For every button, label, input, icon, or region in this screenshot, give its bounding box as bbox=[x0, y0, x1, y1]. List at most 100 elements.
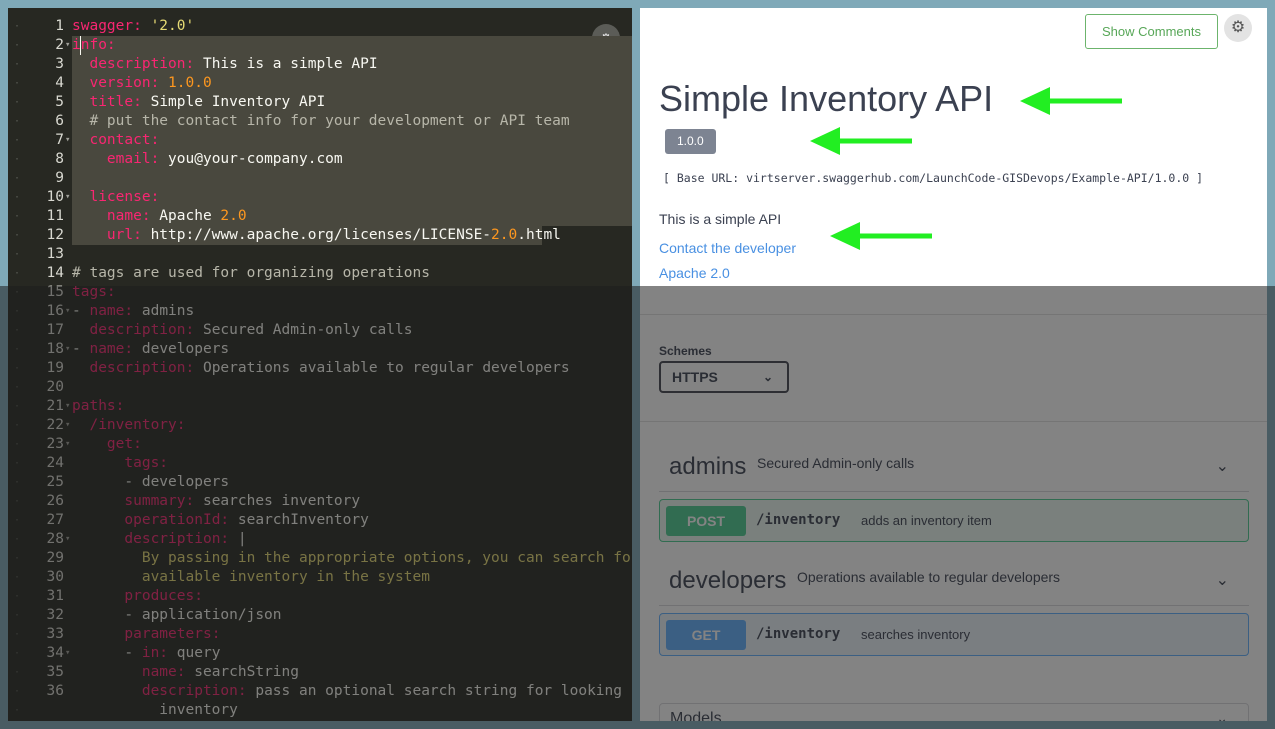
schemes-label: Schemes bbox=[659, 344, 712, 358]
fold-toggle-icon[interactable]: ▾ bbox=[65, 644, 70, 663]
editor-line[interactable]: · 31 produces: bbox=[8, 587, 632, 606]
chevron-down-icon[interactable]: ⌄ bbox=[1216, 456, 1229, 476]
editor-line[interactable]: · 22 ▾ /inventory: bbox=[8, 416, 632, 435]
yaml-editor[interactable]: ⚙ ·1swagger: '2.0'·2▾info:·3 description… bbox=[8, 8, 632, 721]
gutter-marker: · bbox=[14, 173, 21, 184]
line-number: 12 bbox=[46, 227, 64, 243]
fold-toggle-icon[interactable]: ▾ bbox=[65, 302, 70, 321]
fold-toggle-icon[interactable]: ▾ bbox=[65, 36, 70, 55]
divider bbox=[640, 314, 1267, 315]
editor-line[interactable]: · 5 title: Simple Inventory API bbox=[8, 93, 632, 112]
editor-line[interactable]: · 19 description: Operations available to… bbox=[8, 359, 632, 378]
show-comments-button[interactable]: Show Comments bbox=[1085, 14, 1218, 49]
gutter-marker: · bbox=[14, 363, 21, 374]
editor-line[interactable]: · 16 ▾ - name: admins bbox=[8, 302, 632, 321]
code-text: swagger: '2.0' bbox=[72, 18, 195, 34]
editor-line[interactable]: · 14 # tags are used for organizing operat… bbox=[8, 264, 632, 283]
editor-line[interactable]: · 8 email: you@your-company.com bbox=[8, 150, 632, 169]
fold-toggle-icon[interactable]: ▾ bbox=[65, 530, 70, 549]
code-text: operationId: searchInventory bbox=[124, 512, 369, 528]
editor-line[interactable]: · 11 name: Apache 2.0 bbox=[8, 207, 632, 226]
editor-line[interactable]: · 12 url: http://www.apache.org/licenses/… bbox=[8, 226, 632, 245]
line-number: 31 bbox=[46, 588, 64, 604]
gutter-marker: · bbox=[14, 648, 21, 659]
fold-toggle-icon[interactable]: ▾ bbox=[65, 340, 70, 359]
editor-line[interactable]: · 21 ▾ paths: bbox=[8, 397, 632, 416]
license-link[interactable]: Apache 2.0 bbox=[659, 265, 730, 281]
code-text: url: http://www.apache.org/licenses/LICE… bbox=[106, 227, 561, 243]
editor-line[interactable]: · 34 ▾ - in: query bbox=[8, 644, 632, 663]
models-section[interactable]: Models ⌄ bbox=[659, 703, 1249, 721]
operation-get-inventory[interactable]: GET /inventory searches inventory bbox=[659, 613, 1249, 656]
line-number: 2 bbox=[55, 37, 64, 53]
editor-line[interactable]: · 35 name: searchString bbox=[8, 663, 632, 682]
editor-line[interactable]: · 17 description: Secured Admin-only call… bbox=[8, 321, 632, 340]
editor-line[interactable]: · 20 bbox=[8, 378, 632, 397]
fold-toggle-icon[interactable]: ▾ bbox=[65, 131, 70, 150]
selection-highlight bbox=[72, 36, 632, 55]
editor-line[interactable]: · 6 # put the contact info for your devel… bbox=[8, 112, 632, 131]
line-number: 22 bbox=[46, 417, 64, 433]
editor-line[interactable]: · 30 available inventory in the system bbox=[8, 568, 632, 587]
gutter-marker: · bbox=[14, 40, 21, 51]
code-text: license: bbox=[89, 189, 160, 205]
tag-section-developers[interactable]: developers Operations available to regul… bbox=[659, 558, 1249, 606]
editor-line[interactable]: · 23 ▾ get: bbox=[8, 435, 632, 454]
editor-line[interactable]: · 13 bbox=[8, 245, 632, 264]
editor-line[interactable]: · 32 - application/json bbox=[8, 606, 632, 625]
code-text: version: 1.0.0 bbox=[89, 75, 212, 91]
gutter-marker: · bbox=[14, 268, 21, 279]
gutter-marker: · bbox=[14, 553, 21, 564]
gutter-marker: · bbox=[14, 97, 21, 108]
code-text: - developers bbox=[72, 474, 230, 490]
operation-summary: searches inventory bbox=[861, 627, 971, 642]
editor-line[interactable]: · 4 version: 1.0.0 bbox=[8, 74, 632, 93]
editor-line[interactable]: · 36 description: pass an optional search… bbox=[8, 682, 632, 701]
editor-line[interactable]: · 7 ▾ contact: bbox=[8, 131, 632, 150]
fold-toggle-icon[interactable]: ▾ bbox=[65, 416, 70, 435]
editor-line[interactable]: · 33 parameters: bbox=[8, 625, 632, 644]
chevron-down-icon: ⌄ bbox=[1216, 710, 1228, 721]
code-text: description: Secured Admin-only calls bbox=[89, 322, 413, 338]
fold-toggle-icon[interactable]: ▾ bbox=[65, 188, 70, 207]
gutter-marker: · bbox=[14, 458, 21, 469]
api-description: This is a simple API bbox=[659, 211, 782, 227]
operation-summary: adds an inventory item bbox=[861, 513, 992, 528]
editor-line[interactable]: · 15 tags: bbox=[8, 283, 632, 302]
editor-line[interactable]: · inventory bbox=[8, 701, 632, 720]
editor-line[interactable]: · 2 ▾ info: bbox=[8, 36, 632, 55]
editor-line[interactable]: · 26 summary: searches inventory bbox=[8, 492, 632, 511]
editor-line[interactable]: · 3 description: This is a simple API bbox=[8, 55, 632, 74]
chevron-down-icon[interactable]: ⌄ bbox=[1216, 570, 1229, 590]
editor-line[interactable]: · 9 bbox=[8, 169, 632, 188]
code-text: required: false bbox=[72, 720, 273, 721]
tag-section-admins[interactable]: admins Secured Admin-only calls ⌄ bbox=[659, 444, 1249, 492]
code-text: tags: bbox=[72, 284, 116, 300]
line-number: 34 bbox=[46, 645, 64, 661]
line-number: 33 bbox=[46, 626, 64, 642]
contact-developer-link[interactable]: Contact the developer bbox=[659, 240, 796, 256]
gutter-marker: · bbox=[14, 572, 21, 583]
line-number: 36 bbox=[46, 683, 64, 699]
api-title: Simple Inventory API bbox=[659, 78, 994, 119]
editor-line[interactable]: · 24 tags: bbox=[8, 454, 632, 473]
line-number: 6 bbox=[55, 113, 64, 129]
fold-toggle-icon[interactable]: ▾ bbox=[65, 397, 70, 416]
editor-line[interactable]: · 18 ▾ - name: developers bbox=[8, 340, 632, 359]
gutter-marker: · bbox=[14, 534, 21, 545]
editor-line[interactable]: · 27 operationId: searchInventory bbox=[8, 511, 632, 530]
gutter-marker: · bbox=[14, 230, 21, 241]
editor-line[interactable]: · 25 - developers bbox=[8, 473, 632, 492]
schemes-select[interactable]: HTTPS ⌄ bbox=[659, 361, 789, 393]
fold-toggle-icon[interactable]: ▾ bbox=[65, 435, 70, 454]
editor-line[interactable]: · 28 ▾ description: | bbox=[8, 530, 632, 549]
editor-line[interactable]: ·37 required: false bbox=[8, 720, 632, 721]
operation-post-inventory[interactable]: POST /inventory adds an inventory item bbox=[659, 499, 1249, 542]
gear-icon[interactable]: ⚙ bbox=[1224, 14, 1252, 42]
editor-line[interactable]: · 1 swagger: '2.0' bbox=[8, 17, 632, 36]
gutter-marker: · bbox=[14, 382, 21, 393]
code-text: contact: bbox=[89, 132, 160, 148]
editor-line[interactable]: · 10 ▾ license: bbox=[8, 188, 632, 207]
tag-name: developers bbox=[669, 567, 787, 594]
editor-line[interactable]: · 29 By passing in the appropriate option… bbox=[8, 549, 632, 568]
